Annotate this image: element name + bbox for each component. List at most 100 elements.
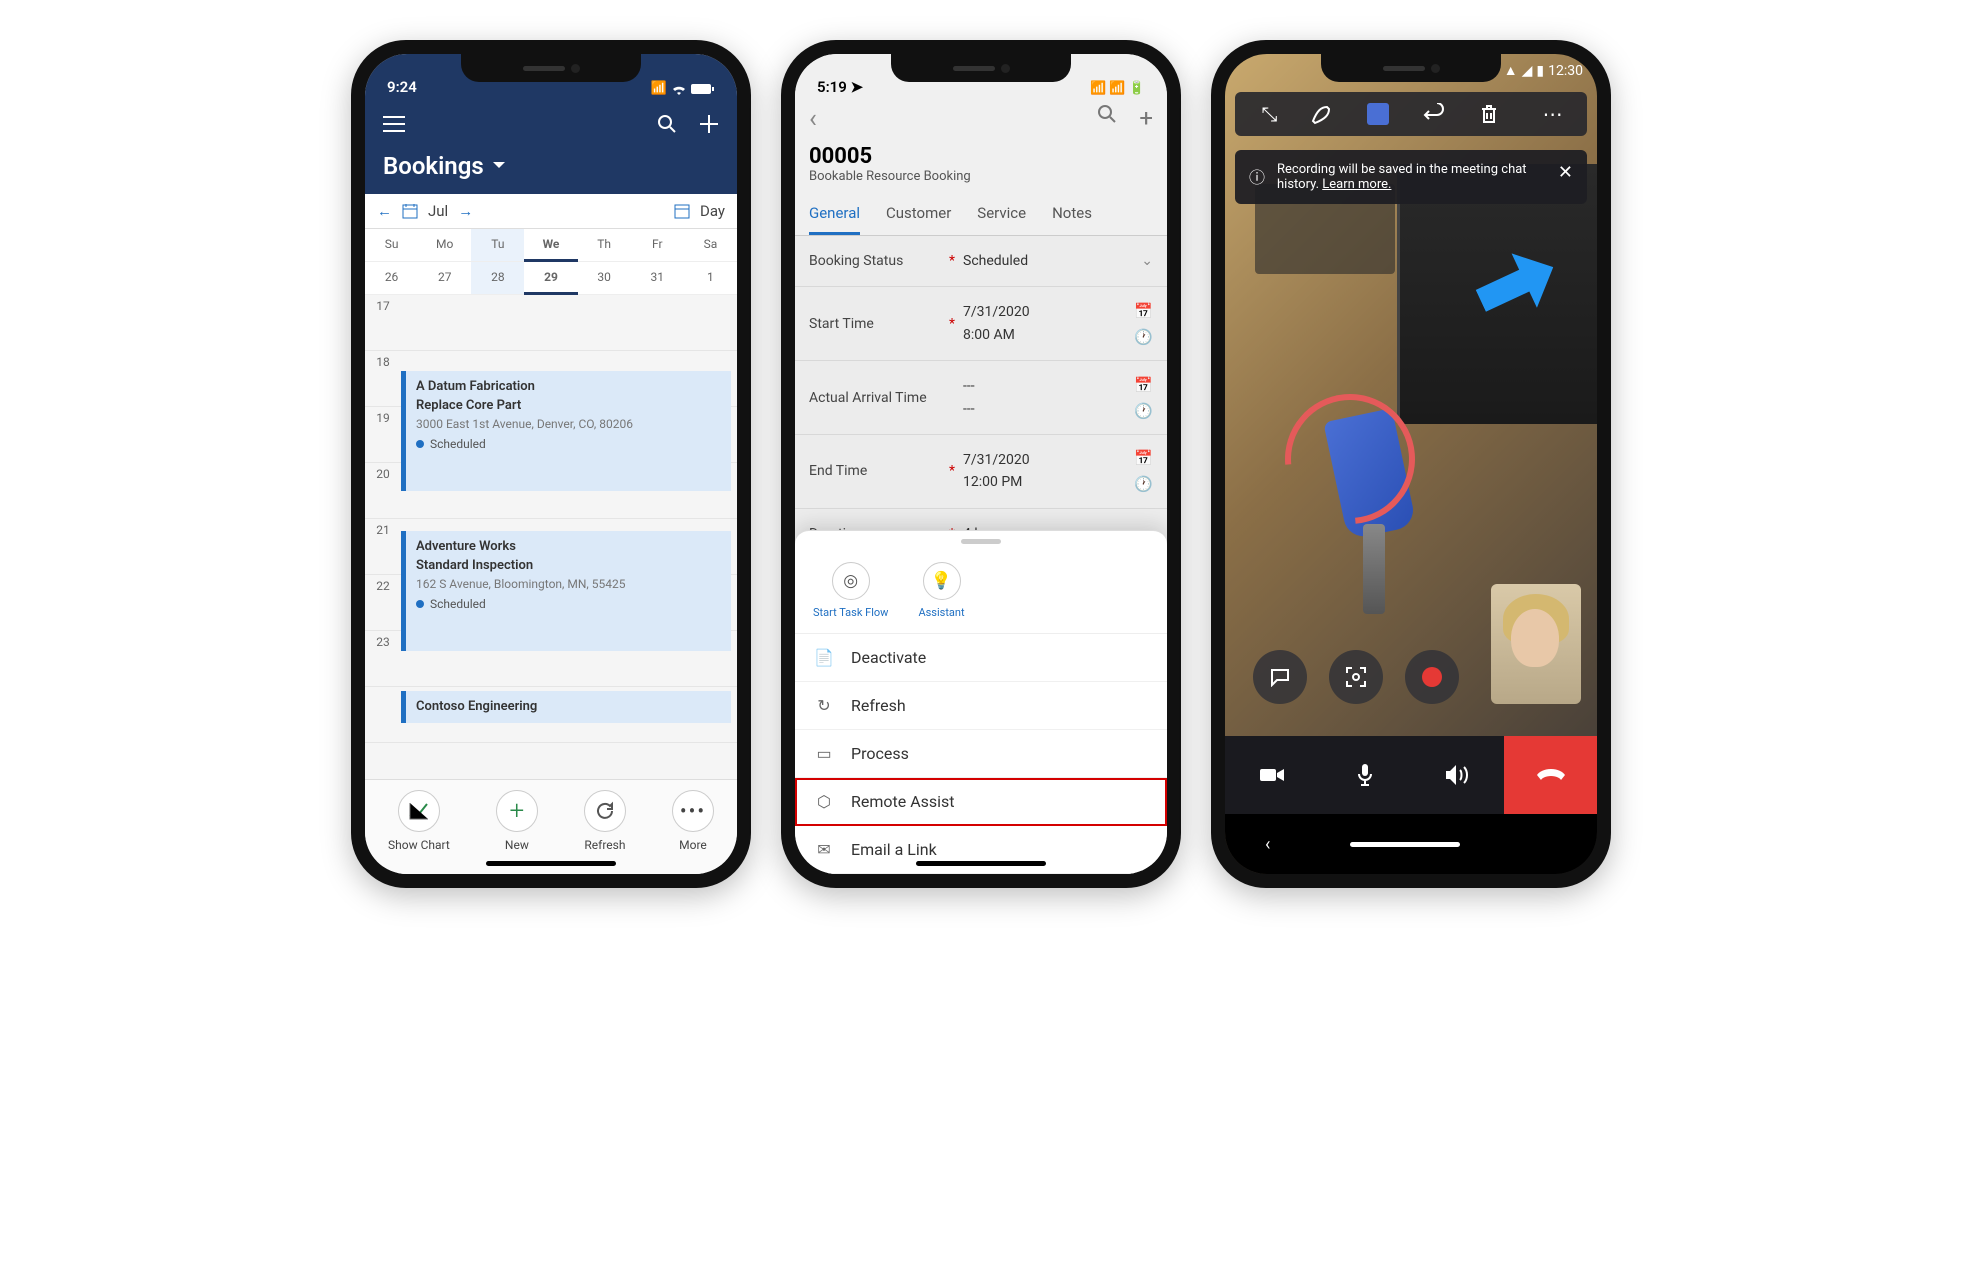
- refresh-row[interactable]: ↻ Refresh: [795, 682, 1167, 730]
- timeline[interactable]: 17 18 19 20 21 22 23 A Datum Fabrication…: [365, 295, 737, 779]
- calendar-icon: 📅: [1134, 376, 1153, 394]
- event-status: Scheduled: [430, 597, 486, 611]
- weekday-sa[interactable]: Sa: [684, 229, 737, 262]
- pen-icon[interactable]: [1310, 103, 1342, 125]
- field-arrival-time[interactable]: Actual Arrival Time ------ 📅🕐: [795, 361, 1167, 435]
- refresh-icon: [595, 801, 615, 821]
- next-arrow-icon[interactable]: →: [458, 202, 473, 220]
- wifi-icon: [671, 83, 687, 95]
- clock: 12:30: [1548, 63, 1583, 79]
- prev-arrow-icon[interactable]: ←: [377, 202, 392, 220]
- date-cell[interactable]: 29: [524, 262, 577, 295]
- search-icon[interactable]: [1097, 104, 1117, 134]
- booking-event[interactable]: Contoso Engineering: [401, 691, 731, 723]
- show-chart-button[interactable]: Show Chart: [388, 790, 450, 852]
- lightbulb-icon: 💡: [931, 571, 952, 591]
- event-address: 162 S Avenue, Bloomington, MN, 55425: [416, 577, 721, 591]
- weekday-tu[interactable]: Tu: [471, 229, 524, 262]
- status-dot-icon: [416, 600, 424, 608]
- signal-icon: 📶: [651, 81, 667, 96]
- home-indicator[interactable]: [916, 861, 1046, 866]
- field-booking-status[interactable]: Booking Status * Scheduled ⌄: [795, 236, 1167, 287]
- date-cell[interactable]: 31: [631, 262, 684, 295]
- event-address: 3000 East 1st Avenue, Denver, CO, 80206: [416, 417, 721, 431]
- more-icon[interactable]: ⋯: [1537, 102, 1569, 126]
- weekday-we[interactable]: We: [524, 229, 577, 262]
- booking-event[interactable]: A Datum Fabrication Replace Core Part 30…: [401, 371, 731, 491]
- assistant-button[interactable]: 💡 Assistant: [918, 562, 964, 619]
- date-cell[interactable]: 27: [418, 262, 471, 295]
- battery-icon: ▮: [1536, 63, 1544, 79]
- back-icon[interactable]: ‹: [809, 104, 817, 134]
- camera-button[interactable]: [1225, 736, 1318, 814]
- date-cell[interactable]: 28: [471, 262, 524, 295]
- capture-button[interactable]: [1329, 650, 1383, 704]
- undo-icon[interactable]: [1423, 103, 1455, 125]
- email-link-row[interactable]: ✉ Email a Link: [795, 826, 1167, 874]
- weekday-su[interactable]: Su: [365, 229, 418, 262]
- status-icons: 📶: [651, 81, 715, 96]
- deactivate-row[interactable]: 📄 Deactivate: [795, 634, 1167, 682]
- location-icon: ➤: [851, 78, 864, 96]
- end-call-button[interactable]: [1504, 736, 1597, 814]
- drag-handle[interactable]: [961, 539, 1001, 544]
- home-indicator[interactable]: [486, 861, 616, 866]
- tab-general[interactable]: General: [809, 194, 860, 235]
- more-button[interactable]: ••• More: [672, 790, 714, 852]
- form-fields: Booking Status * Scheduled ⌄ Start Time …: [795, 236, 1167, 560]
- task-flow-icon: ◎: [843, 571, 858, 591]
- weekday-th[interactable]: Th: [578, 229, 631, 262]
- calendar-icon[interactable]: [402, 203, 418, 219]
- clock-icon: 🕐: [1134, 328, 1153, 346]
- event-company: A Datum Fabrication: [416, 379, 721, 394]
- page-title[interactable]: Bookings: [383, 152, 719, 180]
- minimize-icon[interactable]: ⤡: [1253, 102, 1285, 126]
- hour-label: 21: [365, 519, 401, 574]
- calendar-icon: 📅: [1134, 302, 1153, 320]
- refresh-button[interactable]: Refresh: [584, 790, 626, 852]
- action-sheet: ◎ Start Task Flow 💡 Assistant 📄 Deactiva…: [795, 530, 1167, 874]
- shape-tool[interactable]: [1367, 103, 1399, 125]
- recording-banner: ⓘ Recording will be saved in the meeting…: [1235, 150, 1587, 204]
- record-button[interactable]: [1405, 650, 1459, 704]
- hour-label: 22: [365, 575, 401, 630]
- hour-label: 20: [365, 463, 401, 518]
- back-icon[interactable]: ‹: [1265, 834, 1270, 855]
- field-end-time[interactable]: End Time * 7/31/202012:00 PM 📅🕐: [795, 435, 1167, 509]
- banner-text: Recording will be saved in the meeting c…: [1277, 162, 1546, 192]
- new-button[interactable]: + New: [496, 790, 538, 852]
- signal-icon: ▲: [1504, 62, 1518, 79]
- date-cell[interactable]: 26: [365, 262, 418, 295]
- date-cell[interactable]: 1: [684, 262, 737, 295]
- add-icon[interactable]: [699, 114, 719, 134]
- field-start-time[interactable]: Start Time * 7/31/20208:00 AM 📅🕐: [795, 287, 1167, 361]
- tab-customer[interactable]: Customer: [886, 194, 951, 235]
- tab-notes[interactable]: Notes: [1052, 194, 1092, 235]
- remote-assist-row[interactable]: ⬡ Remote Assist: [795, 778, 1167, 826]
- chat-button[interactable]: [1253, 650, 1307, 704]
- view-mode[interactable]: Day: [700, 202, 725, 220]
- home-pill[interactable]: [1350, 842, 1460, 847]
- tab-service[interactable]: Service: [977, 194, 1026, 235]
- close-icon[interactable]: ✕: [1558, 162, 1573, 183]
- learn-more-link[interactable]: Learn more.: [1322, 177, 1391, 192]
- process-row[interactable]: ▭ Process: [795, 730, 1167, 778]
- start-task-flow-button[interactable]: ◎ Start Task Flow: [813, 562, 888, 619]
- weekday-mo[interactable]: Mo: [418, 229, 471, 262]
- add-icon[interactable]: +: [1139, 104, 1153, 134]
- info-icon: ⓘ: [1249, 164, 1265, 188]
- weekday-fr[interactable]: Fr: [631, 229, 684, 262]
- mic-button[interactable]: [1318, 736, 1411, 814]
- self-video-pip[interactable]: [1491, 584, 1581, 704]
- speaker-button[interactable]: [1411, 736, 1504, 814]
- trash-icon[interactable]: [1480, 104, 1512, 124]
- date-cell[interactable]: 30: [578, 262, 631, 295]
- clock-icon: 🕐: [1134, 475, 1153, 493]
- month-label: Jul: [428, 202, 448, 220]
- bottom-toolbar: Show Chart + New Refresh ••• More: [365, 779, 737, 874]
- hamburger-icon[interactable]: [383, 116, 405, 132]
- search-icon[interactable]: [657, 114, 677, 134]
- record-id: 00005: [809, 144, 1153, 169]
- chart-icon: [409, 802, 429, 820]
- booking-event[interactable]: Adventure Works Standard Inspection 162 …: [401, 531, 731, 651]
